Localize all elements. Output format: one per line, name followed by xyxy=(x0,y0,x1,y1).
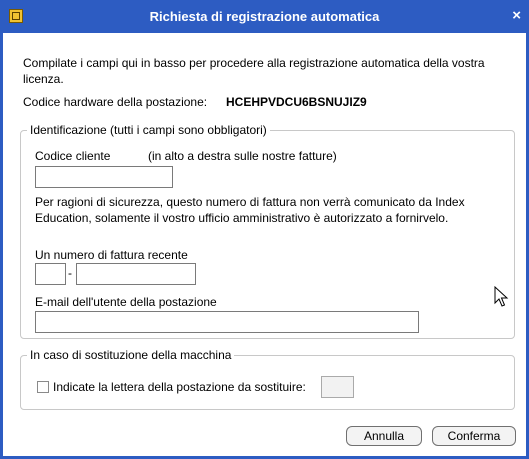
hardware-label: Codice hardware della postazione: xyxy=(23,95,208,109)
window-border-left xyxy=(0,33,3,459)
replacement-legend: In caso di sostituzione della macchina xyxy=(27,348,235,362)
invoice-label: Un numero di fattura recente xyxy=(35,248,188,262)
station-letter-input[interactable] xyxy=(321,376,354,398)
mouse-pointer-icon xyxy=(494,286,509,307)
title-bar: Richiesta di registrazione automatica × xyxy=(0,0,529,33)
replace-station-checkbox[interactable] xyxy=(37,381,49,393)
replace-station-label: Indicate la lettera della postazione da … xyxy=(53,380,306,394)
window-title: Richiesta di registrazione automatica xyxy=(149,9,380,24)
invoice-prefix-input[interactable] xyxy=(35,263,66,285)
cancel-button[interactable]: Annulla xyxy=(346,426,422,446)
invoice-separator: - xyxy=(68,266,72,280)
email-input[interactable] xyxy=(35,311,419,333)
close-icon[interactable]: × xyxy=(512,7,521,24)
client-code-label: Codice cliente xyxy=(35,149,111,163)
identification-legend: Identificazione (tutti i campi sono obbl… xyxy=(27,123,270,137)
email-label: E-mail dell'utente della postazione xyxy=(35,295,217,309)
security-note: Per ragioni di sicurezza, questo numero … xyxy=(35,195,465,225)
client-code-input[interactable] xyxy=(35,166,173,188)
client-code-hint: (in alto a destra sulle nostre fatture) xyxy=(148,149,337,163)
intro-text: Compilate i campi qui in basso per proce… xyxy=(23,56,485,86)
invoice-number-input[interactable] xyxy=(76,263,196,285)
confirm-button[interactable]: Conferma xyxy=(432,426,516,446)
hardware-code: HCEHPVDCU6BSNUJIZ9 xyxy=(226,95,367,109)
